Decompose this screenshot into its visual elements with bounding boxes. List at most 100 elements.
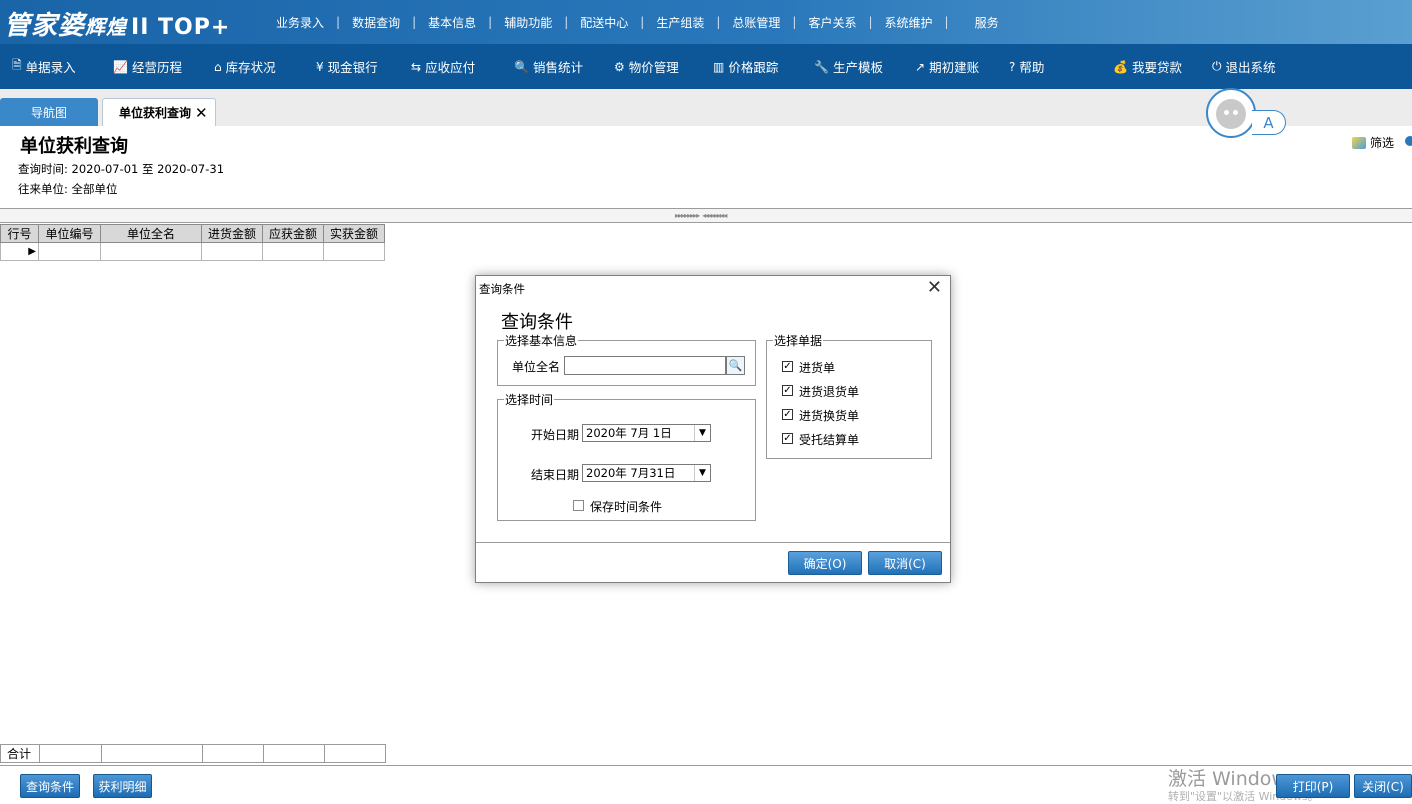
toolbar-opening-accounts[interactable]: ↗ 期初建账 — [915, 44, 979, 89]
toolbar-exit[interactable]: ⏻ 退出系统 — [1212, 44, 1276, 89]
top-menu-item[interactable]: 客户关系 — [796, 14, 868, 31]
assistant-avatar[interactable] — [1206, 88, 1256, 138]
top-menu-item[interactable]: 系统维护 — [873, 14, 945, 31]
assistant-badge[interactable]: A — [1252, 110, 1286, 135]
toolbar-price-tracking[interactable]: ▥ 价格跟踪 — [713, 44, 778, 89]
filter-button[interactable]: 筛选 — [1352, 134, 1394, 151]
top-menu-item[interactable]: 基本信息 — [416, 14, 488, 31]
table-cell[interactable] — [201, 242, 263, 261]
query-conditions-button[interactable]: 查询条件 — [20, 774, 80, 798]
profit-grid: 行号 单位编号 单位全名 进货金额 应获金额 实获金额 ▶ — [0, 224, 385, 261]
dialog-heading: 查询条件 — [501, 312, 573, 333]
app-logo: 管家婆辉煌 II TOP+ — [4, 11, 231, 41]
top-menu-item[interactable]: 辅助功能 — [492, 14, 564, 31]
toolbar-production-template[interactable]: 🔧 生产模板 — [814, 44, 883, 89]
column-header[interactable]: 应获金额 — [262, 224, 324, 243]
gear-icon: ⚙ — [614, 59, 625, 74]
start-date-picker[interactable]: 2020年 7月 1日 ▼ — [582, 424, 711, 442]
toolbar-business-history[interactable]: 📈 经营历程 — [113, 44, 182, 89]
top-menu-item[interactable]: 数据查询 — [340, 14, 412, 31]
toolbar-inventory[interactable]: ⌂ 库存状况 — [214, 44, 276, 89]
column-header[interactable]: 进货金额 — [201, 224, 263, 243]
bill-label[interactable]: 进货退货单 — [799, 383, 859, 400]
close-icon[interactable]: ✕ — [927, 277, 942, 298]
exchange-icon: ⇆ — [411, 59, 422, 74]
toolbar-cash-bank[interactable]: ¥ 现金银行 — [316, 44, 378, 89]
dialog-divider — [476, 542, 950, 543]
table-row[interactable]: ▶ — [0, 242, 385, 261]
total-row: 合计 — [0, 744, 386, 763]
toolbar-receivable[interactable]: ⇆ 应收应付 — [411, 44, 475, 89]
tab-navigation[interactable]: 导航图 — [0, 98, 98, 126]
search-icon: 🔍 — [514, 59, 529, 74]
toolbar-loan[interactable]: 💰 我要贷款 — [1113, 44, 1182, 89]
bill-label[interactable]: 受托结算单 — [799, 431, 859, 448]
toolbar-sales-stats[interactable]: 🔍 销售统计 — [514, 44, 583, 89]
column-header[interactable]: 行号 — [0, 224, 39, 243]
top-menu-item[interactable]: 总账管理 — [720, 14, 792, 31]
bar-chart-icon: ▥ — [713, 59, 725, 74]
total-label: 合计 — [0, 744, 40, 763]
unit-name-input[interactable] — [564, 356, 726, 375]
grid-header-row: 行号 单位编号 单位全名 进货金额 应获金额 实获金额 — [0, 224, 385, 243]
toolbar-help[interactable]: ? 帮助 — [1009, 44, 1044, 89]
external-link-icon: ↗ — [915, 59, 926, 74]
unit-name-label: 单位全名 — [512, 360, 561, 374]
dialog-title: 查询条件 — [479, 282, 525, 296]
bill-label[interactable]: 进货换货单 — [799, 407, 859, 424]
group-legend: 选择时间 — [504, 391, 555, 408]
bill-checkbox-consignment[interactable]: ✓ — [782, 433, 793, 444]
main-toolbar: 🗎 单据录入 📈 经营历程 ⌂ 库存状况 ¥ 现金银行 ⇆ 应收应付 🔍 销售统计 ⚙ 物价管… — [0, 44, 1412, 89]
top-menu-item[interactable]: 业务录入 — [264, 14, 336, 31]
table-cell — [39, 744, 102, 763]
bill-checkbox-purchase-exchange[interactable]: ✓ — [782, 409, 793, 420]
cancel-button[interactable]: 取消(C) — [868, 551, 942, 575]
group-legend: 选择单据 — [773, 332, 824, 349]
yen-icon: ¥ — [316, 59, 324, 74]
top-menu-item[interactable]: 服务 — [949, 14, 1011, 31]
row-pointer-icon: ▶ — [0, 242, 39, 261]
end-date-label: 结束日期 — [531, 468, 580, 482]
save-time-label[interactable]: 保存时间条件 — [590, 498, 662, 515]
table-cell — [202, 744, 264, 763]
top-menu-item[interactable]: 生产组装 — [644, 14, 716, 31]
column-header[interactable]: 单位编号 — [38, 224, 101, 243]
help-dot-icon[interactable] — [1405, 136, 1412, 146]
table-cell[interactable] — [100, 242, 202, 261]
bill-checkbox-purchase-return[interactable]: ✓ — [782, 385, 793, 396]
partner-info: 往来单位: 全部单位 — [18, 182, 118, 196]
search-icon[interactable]: 🔍 — [726, 356, 745, 375]
profit-detail-button[interactable]: 获利明细 — [93, 774, 152, 798]
toolbar-price-management[interactable]: ⚙ 物价管理 — [614, 44, 679, 89]
page-title: 单位获利查询 — [20, 136, 128, 157]
chevron-down-icon[interactable]: ▼ — [694, 465, 710, 481]
end-date-picker[interactable]: 2020年 7月31日 ▼ — [582, 464, 711, 482]
table-cell[interactable] — [323, 242, 385, 261]
tab-unit-profit-query[interactable]: 单位获利查询 ✕ — [102, 98, 216, 126]
tab-label: 单位获利查询 — [119, 106, 192, 120]
close-icon[interactable]: ✕ — [195, 104, 208, 122]
toolbar-bill-entry[interactable]: 🗎 单据录入 — [12, 44, 76, 89]
power-icon: ⏻ — [1212, 59, 1222, 73]
ok-button[interactable]: 确定(O) — [788, 551, 862, 575]
splitter[interactable]: ▸▸▸▸▸▸▸▸ ◂◂◂◂◂◂◂◂ — [0, 208, 1412, 223]
column-header[interactable]: 单位全名 — [100, 224, 202, 243]
table-cell[interactable] — [262, 242, 324, 261]
column-header[interactable]: 实获金额 — [323, 224, 385, 243]
home-icon: ⌂ — [214, 59, 222, 74]
close-button[interactable]: 关闭(C) — [1354, 774, 1412, 798]
top-menu-item[interactable]: 配送中心 — [568, 14, 640, 31]
start-date-label: 开始日期 — [531, 428, 580, 442]
table-cell — [263, 744, 325, 763]
line-chart-icon: 📈 — [113, 59, 128, 74]
table-cell[interactable] — [38, 242, 101, 261]
bill-checkbox-purchase[interactable]: ✓ — [782, 361, 793, 372]
bill-label[interactable]: 进货单 — [799, 359, 835, 376]
query-conditions-dialog: 查询条件 ✕ 查询条件 选择基本信息 单位全名 🔍 选择时间 开始日期 2020… — [475, 275, 951, 583]
chevron-down-icon[interactable]: ▼ — [694, 425, 710, 441]
group-legend: 选择基本信息 — [504, 332, 579, 349]
print-button[interactable]: 打印(P) — [1276, 774, 1350, 798]
query-time-info: 查询时间: 2020-07-01 至 2020-07-31 — [18, 162, 225, 176]
save-time-checkbox[interactable] — [573, 500, 584, 511]
splitter-grip-icon: ▸▸▸▸▸▸▸▸ ◂◂◂◂◂◂◂◂ — [675, 211, 727, 220]
